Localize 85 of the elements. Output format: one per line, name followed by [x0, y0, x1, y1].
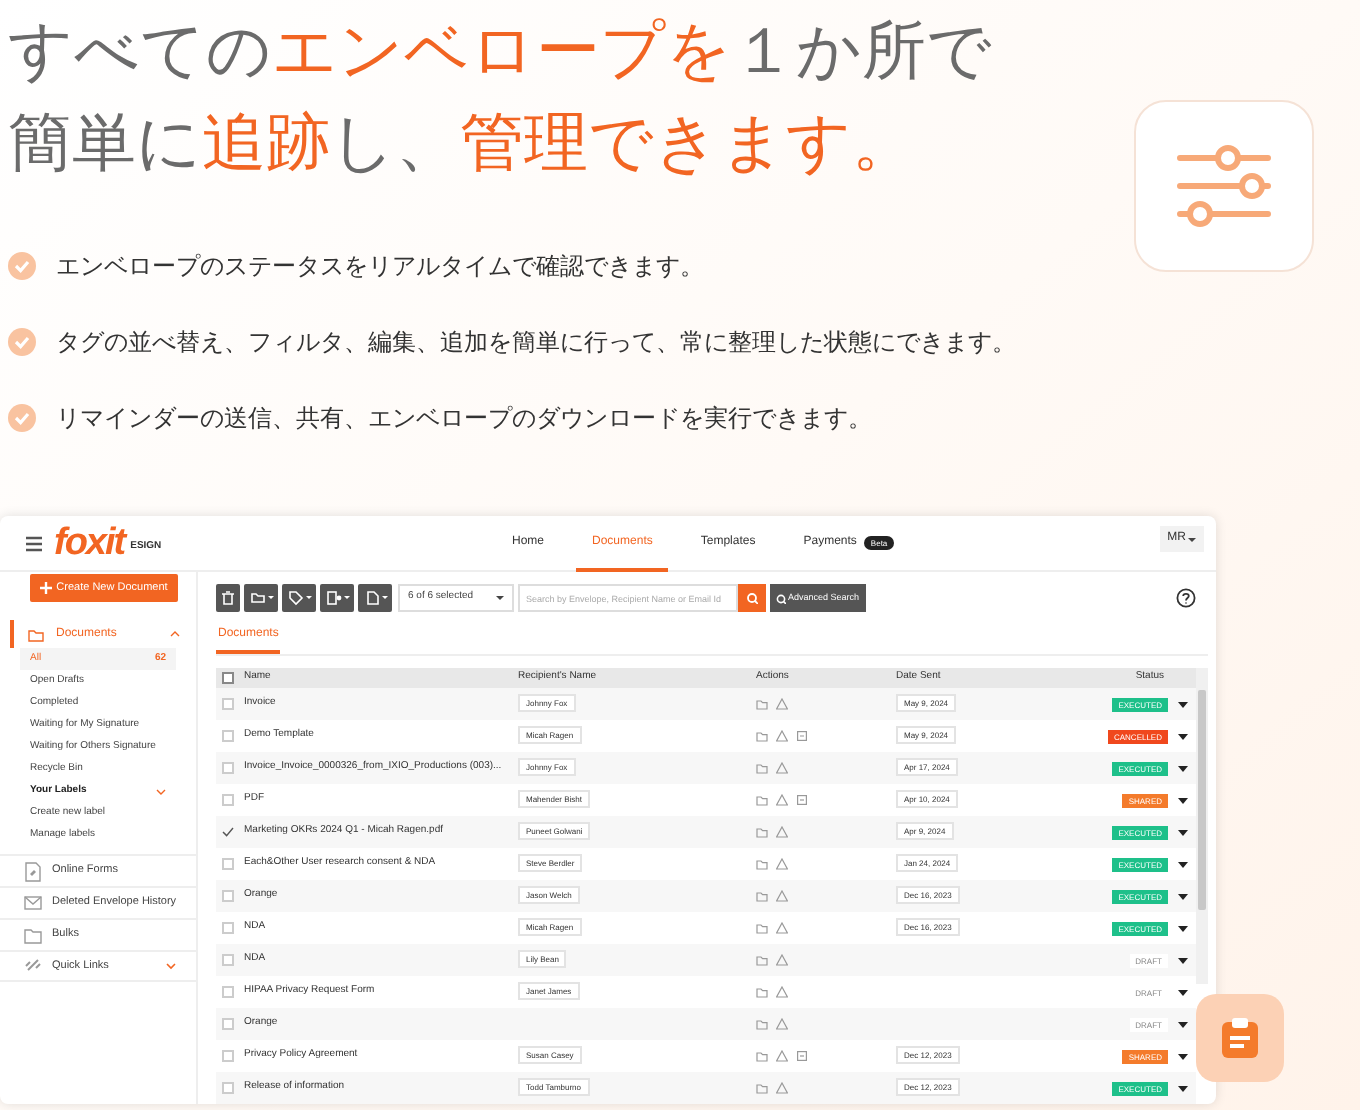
- caret-icon: [1178, 797, 1188, 803]
- document-icon: [363, 590, 379, 606]
- form-icon: [24, 861, 42, 881]
- folder-icon: [249, 590, 265, 606]
- folder-icon: [756, 986, 768, 998]
- checkbox[interactable]: [222, 672, 234, 684]
- plus-icon: [40, 582, 53, 594]
- link-icon: [24, 956, 42, 976]
- scroll-thumb[interactable]: [1198, 690, 1206, 910]
- headline: すべてのエンベロープを １か所で: [8, 10, 992, 92]
- check-icon: [8, 252, 36, 280]
- headline: 簡単に追跡 し、管理できます。: [8, 102, 916, 184]
- envelope-icon: [24, 893, 42, 913]
- folder-icon: [756, 794, 768, 806]
- warning-icon: [776, 890, 788, 902]
- caret-icon: [1178, 957, 1188, 963]
- caret-icon: [1178, 701, 1188, 707]
- warning-icon: [776, 1018, 788, 1030]
- trash-icon: [220, 590, 236, 606]
- search-icon: [776, 593, 786, 603]
- folder-icon: [756, 954, 768, 966]
- checkbox[interactable]: [222, 826, 234, 838]
- warning-icon: [776, 1050, 788, 1062]
- warning-icon: [776, 986, 788, 998]
- tag-icon: [287, 590, 303, 606]
- logo: foxit: [54, 524, 125, 562]
- folder-icon: [756, 730, 768, 742]
- clipboard-icon: [1220, 1016, 1260, 1060]
- feature-text: エンベロープのステータスをリアルタイムで確認できます。: [56, 250, 704, 284]
- caret-icon: [1178, 989, 1188, 995]
- feature-text: リマインダーの送信、共有、エンベロープのダウンロードを実行できます。: [56, 402, 872, 436]
- caret-icon: [1178, 1085, 1188, 1091]
- caret-icon: [381, 596, 387, 600]
- folder-icon: [28, 627, 44, 641]
- warning-icon: [776, 762, 788, 774]
- folder-icon: [756, 890, 768, 902]
- folder-icon: [756, 858, 768, 870]
- warning-icon: [776, 730, 788, 742]
- scrollbar[interactable]: [1196, 668, 1208, 984]
- caret-icon: [1178, 861, 1188, 867]
- caret-icon: [1178, 765, 1188, 771]
- warning-icon: [776, 858, 788, 870]
- folder-icon: [756, 826, 768, 838]
- folder-icon: [756, 762, 768, 774]
- caret-icon: [305, 596, 311, 600]
- menu-icon: [26, 535, 42, 551]
- caret-icon: [496, 596, 504, 600]
- warning-icon: [776, 794, 788, 806]
- caret-icon: [1188, 537, 1196, 541]
- caret-icon: [1178, 733, 1188, 739]
- caret-icon: [1178, 829, 1188, 835]
- checkmark-icon: [222, 826, 234, 838]
- caret-icon: [343, 596, 349, 600]
- folder-icon: [756, 698, 768, 710]
- folder-icon: [756, 1050, 768, 1062]
- user-document-icon: [325, 590, 341, 606]
- search-button[interactable]: [738, 584, 766, 612]
- caret-icon: [1178, 1053, 1188, 1059]
- toolbar-button[interactable]: [282, 584, 316, 612]
- help-icon: [1176, 588, 1196, 608]
- warning-icon: [776, 922, 788, 934]
- folder-icon: [756, 1018, 768, 1030]
- toolbar-button[interactable]: [216, 584, 240, 612]
- copy-icon: [796, 730, 808, 742]
- warning-icon: [776, 826, 788, 838]
- caret-icon: [1178, 893, 1188, 899]
- sliders-icon: [1176, 142, 1272, 230]
- caret-icon: [1178, 1021, 1188, 1027]
- toolbar-button[interactable]: [358, 584, 392, 612]
- folder-icon: [756, 922, 768, 934]
- warning-icon: [776, 954, 788, 966]
- check-icon: [8, 404, 36, 432]
- toolbar-button[interactable]: [244, 584, 278, 612]
- warning-icon: [776, 698, 788, 710]
- feature-text: タグの並べ替え、フィルタ、編集、追加を簡単に行って、常に整理した状態にできます。: [56, 326, 1016, 360]
- caret-icon: [267, 596, 273, 600]
- copy-icon: [796, 1050, 808, 1062]
- caret-icon: [1178, 925, 1188, 931]
- copy-icon: [796, 794, 808, 806]
- check-icon: [8, 328, 36, 356]
- folder-icon: [24, 925, 42, 945]
- toolbar-button[interactable]: [320, 584, 354, 612]
- warning-icon: [776, 1082, 788, 1094]
- search-icon: [746, 592, 758, 604]
- folder-icon: [756, 1082, 768, 1094]
